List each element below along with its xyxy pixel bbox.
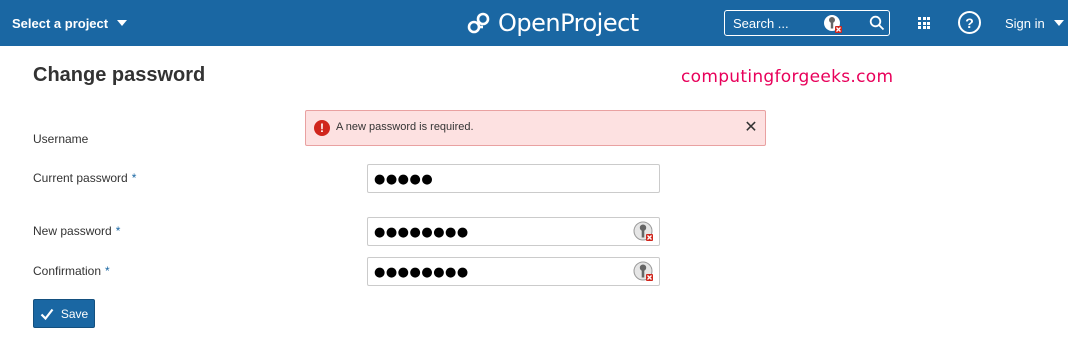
confirmation-label: Confirmation * bbox=[33, 264, 110, 278]
caret-down-icon bbox=[117, 20, 128, 26]
sign-in-label: Sign in bbox=[1005, 15, 1045, 31]
project-select-dropdown[interactable]: Select a project bbox=[12, 0, 128, 46]
close-icon[interactable]: ✕ bbox=[743, 120, 759, 136]
grid-dot bbox=[927, 21, 930, 25]
grid-dot bbox=[927, 26, 930, 29]
flash-message-text: A new password is required. bbox=[336, 121, 474, 133]
sign-in-dropdown[interactable]: Sign in bbox=[1005, 0, 1064, 46]
grid-dot bbox=[918, 17, 921, 20]
current-password-field[interactable]: ●●●●● bbox=[367, 164, 660, 193]
save-button-label: Save bbox=[60, 306, 89, 321]
username-label: Username bbox=[33, 132, 88, 146]
confirmation-field[interactable]: ●●●●●●●● bbox=[367, 257, 660, 286]
search-icon[interactable] bbox=[869, 15, 885, 31]
search-input[interactable] bbox=[733, 14, 823, 32]
required-marker: * bbox=[115, 224, 121, 238]
grid-dot bbox=[918, 26, 921, 29]
new-password-label-text: New password bbox=[33, 224, 112, 238]
confirmation-label-text: Confirmation bbox=[33, 264, 102, 278]
required-marker: * bbox=[131, 171, 137, 185]
password-manager-icon[interactable] bbox=[633, 261, 654, 282]
project-select-label: Select a project bbox=[12, 15, 109, 31]
help-icon[interactable]: ? bbox=[958, 11, 981, 34]
grid-dot bbox=[922, 26, 926, 29]
grid-dot bbox=[927, 17, 930, 20]
required-marker: * bbox=[105, 264, 110, 278]
grid-dot bbox=[922, 17, 926, 20]
new-password-value: ●●●●●●●● bbox=[374, 225, 469, 240]
openproject-logo[interactable]: OpenProject bbox=[467, 8, 639, 38]
grid-dot bbox=[922, 21, 926, 25]
new-password-field[interactable]: ●●●●●●●● bbox=[367, 217, 660, 246]
search-box[interactable] bbox=[724, 10, 890, 36]
page-title: Change password bbox=[33, 64, 206, 86]
username-label-text: Username bbox=[33, 132, 89, 146]
caret-down-icon bbox=[1053, 20, 1064, 26]
current-password-label: Current password * bbox=[33, 171, 136, 185]
error-icon: ! bbox=[314, 120, 330, 136]
save-button[interactable]: Save bbox=[33, 299, 95, 328]
password-manager-icon[interactable] bbox=[823, 14, 843, 34]
top-header: Select a project OpenProject ? Sign in bbox=[0, 0, 1068, 46]
current-password-label-text: Current password bbox=[33, 171, 128, 185]
password-manager-icon[interactable] bbox=[633, 221, 654, 242]
logo-text: OpenProject bbox=[498, 9, 639, 37]
checkmark-icon bbox=[40, 308, 54, 320]
current-password-value: ●●●●● bbox=[374, 172, 434, 187]
watermark-text: computingforgeeks.com bbox=[681, 67, 894, 87]
logo-mark-icon bbox=[467, 12, 490, 34]
grid-icon[interactable] bbox=[918, 17, 930, 29]
confirmation-value: ●●●●●●●● bbox=[374, 265, 469, 280]
new-password-label: New password * bbox=[33, 224, 120, 238]
error-flash-message: ! A new password is required. ✕ bbox=[305, 110, 766, 146]
grid-dot bbox=[918, 21, 921, 25]
